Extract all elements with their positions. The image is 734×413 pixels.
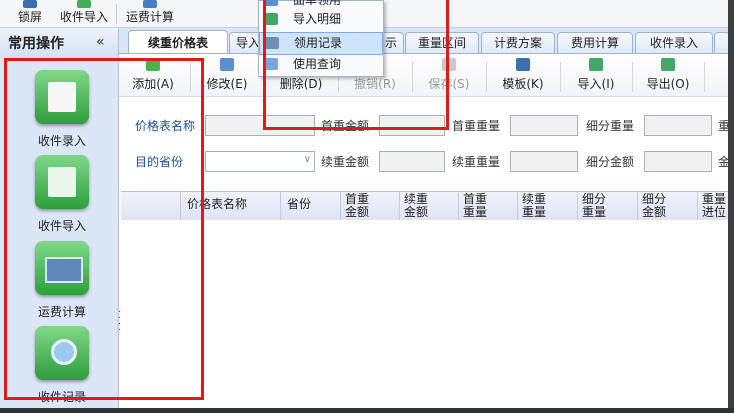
column-header-first-amount[interactable]: 首重 金额 xyxy=(340,192,400,220)
tab-receive-entry[interactable]: 收件录入 xyxy=(635,32,713,54)
annotation-box-menu xyxy=(263,0,449,130)
column-header-province[interactable]: 省份 xyxy=(280,192,341,220)
receive-import-label: 收件导入 xyxy=(59,10,108,24)
separator xyxy=(704,62,705,92)
tab-fee-calc[interactable]: 费用计算 xyxy=(557,32,633,54)
first-weight-label: 首重重量 xyxy=(452,119,501,133)
column-header-cont-amount[interactable]: 续重 金额 xyxy=(399,192,459,220)
lock-icon xyxy=(23,0,37,8)
lock-screen-button[interactable]: 锁屏 xyxy=(10,0,50,27)
separator xyxy=(560,62,561,92)
separator xyxy=(486,62,487,92)
collapse-icon[interactable]: « xyxy=(96,34,105,50)
freight-calc-button[interactable]: 运费计算 xyxy=(122,0,178,27)
window-edge xyxy=(728,0,734,413)
column-header-sub-amount[interactable]: 细分 金额 xyxy=(637,192,698,220)
sub-amount-label: 细分金额 xyxy=(586,155,635,169)
edit-icon xyxy=(220,58,234,71)
excel-import-icon xyxy=(589,58,603,71)
export-button[interactable]: 导出(O) xyxy=(638,58,698,92)
template-icon xyxy=(516,58,530,71)
import-label: 导入(I) xyxy=(577,77,615,91)
column-label: 金额 xyxy=(642,205,667,219)
import-icon xyxy=(77,0,91,8)
dest-province-select[interactable]: ∨ xyxy=(205,151,315,172)
template-label: 模板(K) xyxy=(502,77,544,91)
cont-weight-amount-field[interactable] xyxy=(379,151,445,172)
column-header-weight-carry[interactable]: 重量 进位 xyxy=(697,192,729,220)
edit-button[interactable]: 修改(E) xyxy=(197,58,257,92)
sub-weight-field[interactable] xyxy=(644,115,712,136)
calc-icon xyxy=(143,0,157,8)
column-label: 重量 xyxy=(463,205,488,219)
column-label: 省份 xyxy=(287,197,312,211)
sub-weight-label: 细分重量 xyxy=(586,119,635,133)
column-label: 重量 xyxy=(522,205,547,219)
template-button[interactable]: 模板(K) xyxy=(493,58,553,92)
sub-amount-field[interactable] xyxy=(644,151,712,172)
separator xyxy=(632,62,633,92)
column-header-sub-weight[interactable]: 细分 重量 xyxy=(577,192,638,220)
sidebar-title: 常用操作 xyxy=(8,36,64,52)
excel-export-icon xyxy=(661,58,675,71)
edit-label: 修改(E) xyxy=(206,77,248,91)
column-label: 金额 xyxy=(345,205,370,219)
sidebar-header: 常用操作 « xyxy=(0,28,118,58)
first-weight-field[interactable] xyxy=(510,115,578,136)
cont-weight-label: 续重重量 xyxy=(452,155,501,169)
tab-billing-plan[interactable]: 计费方案 xyxy=(481,32,555,54)
export-label: 导出(O) xyxy=(646,77,690,91)
window-edge xyxy=(0,408,734,413)
freight-calc-label: 运费计算 xyxy=(125,10,174,24)
toolbar-separator xyxy=(116,4,117,24)
cont-weight-amount-label: 续重金额 xyxy=(321,155,370,169)
chevron-down-icon: ∨ xyxy=(303,154,311,165)
column-label: 进位 xyxy=(702,205,727,219)
grid-body[interactable] xyxy=(121,220,728,408)
column-header-cont-weight[interactable]: 续重 重量 xyxy=(517,192,578,220)
lock-screen-label: 锁屏 xyxy=(17,10,42,24)
cont-weight-field[interactable] xyxy=(510,151,578,172)
annotation-box-sidebar xyxy=(4,58,204,400)
column-header-first-weight[interactable]: 首重 重量 xyxy=(458,192,518,220)
column-label: 重量 xyxy=(582,205,607,219)
receive-import-button[interactable]: 收件导入 xyxy=(56,0,112,27)
tab-cont-price-table[interactable]: 续重价格表 xyxy=(128,30,228,55)
import-button[interactable]: 导入(I) xyxy=(566,58,626,92)
column-label: 金额 xyxy=(404,205,429,219)
